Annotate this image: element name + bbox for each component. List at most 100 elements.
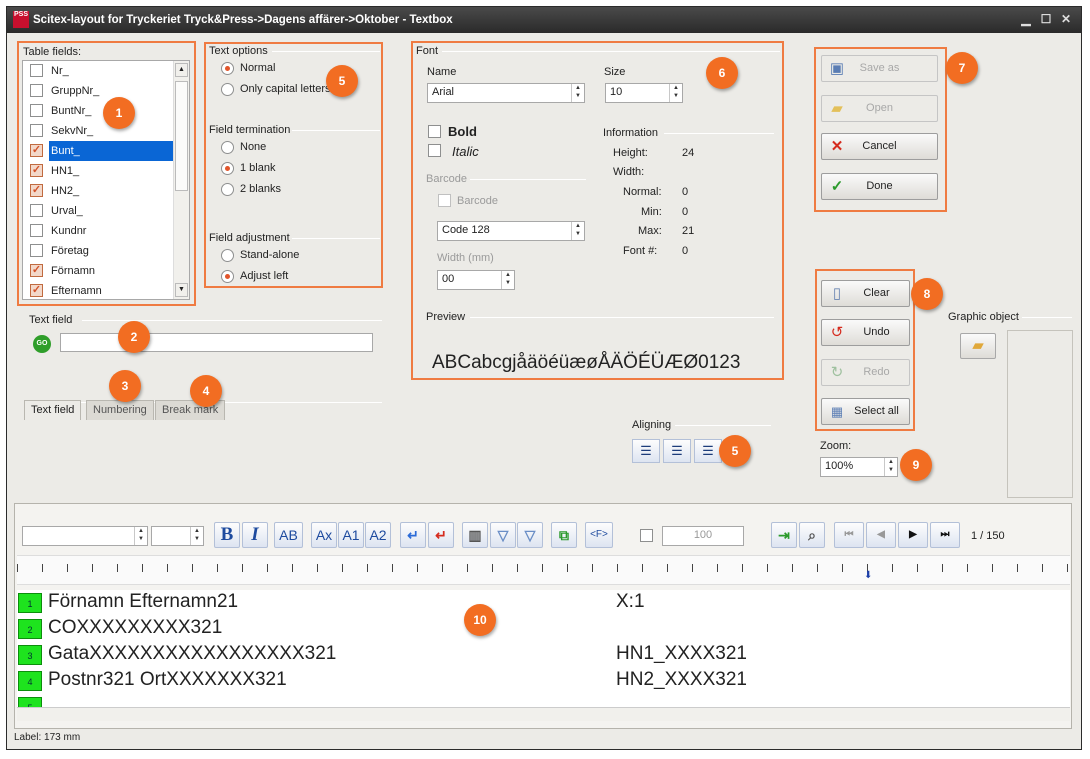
select-all-button[interactable]: ▦ Select all	[821, 398, 910, 425]
barcode-checkbox[interactable]	[438, 194, 451, 207]
redo-button[interactable]: ↻ Redo	[821, 359, 910, 386]
font-name-select[interactable]: Arial ▲ ▼	[427, 83, 585, 103]
strike-button[interactable]: Ax	[311, 522, 337, 548]
layout-row[interactable]: 3 GataXXXXXXXXXXXXXXXXX321 HN1_XXXX321	[18, 642, 1068, 668]
go-button[interactable]: GO	[33, 335, 51, 353]
list-item[interactable]: Företag	[23, 241, 175, 261]
tab-text-field[interactable]: Text field	[24, 400, 82, 420]
toolbar-size-select[interactable]: ▲ ▼	[151, 526, 204, 546]
tab-numbering[interactable]: Numbering	[86, 400, 154, 420]
next-page-button[interactable]: ▶	[898, 522, 928, 548]
field-code-button[interactable]: <F>	[585, 522, 613, 548]
field-checkbox[interactable]: ✓	[30, 184, 43, 197]
copy-field-button[interactable]: ⧉	[551, 522, 577, 548]
field-checkbox[interactable]	[30, 104, 43, 117]
bold-button[interactable]: B	[214, 522, 240, 548]
table-fields-list[interactable]: ▲ ▼ Nr_ GruppNr_ BuntNr_ SekvNr_ ✓ Bunt_ ✓ HN1_…	[22, 60, 190, 300]
maximize-icon[interactable]: ☐	[1039, 12, 1053, 26]
barcode-button[interactable]: ▥	[462, 522, 488, 548]
list-item[interactable]: ✓ HN2_	[23, 181, 175, 201]
font-size-select[interactable]: 10 ▲ ▼	[605, 83, 683, 103]
barcode-type-spin-icon[interactable]: ▲ ▼	[571, 222, 584, 240]
italic-button[interactable]: I	[242, 522, 268, 548]
bold-checkbox[interactable]	[428, 125, 441, 138]
field-checkbox[interactable]	[30, 64, 43, 77]
font-name-spin-icon[interactable]: ▲ ▼	[571, 84, 584, 102]
list-item[interactable]: SekvNr_	[23, 121, 175, 141]
field-checkbox[interactable]: ✓	[30, 284, 43, 297]
row-right-text[interactable]: X:1	[616, 591, 645, 613]
radio-1-blank[interactable]	[221, 162, 234, 175]
toolbar-checkbox[interactable]	[640, 529, 653, 542]
list-item[interactable]: ✓ Efternamn	[23, 281, 175, 299]
clear-button[interactable]: ▯ Clear	[821, 280, 910, 307]
wrap-button[interactable]: ↵	[400, 522, 426, 548]
layout-row[interactable]: 2 COXXXXXXXXX321	[18, 616, 1068, 642]
undo-button[interactable]: ↺ Undo	[821, 319, 910, 346]
caps-button[interactable]: AB	[274, 522, 303, 548]
prev-page-button[interactable]: ◀	[866, 522, 896, 548]
field-checkbox[interactable]	[30, 84, 43, 97]
list-item[interactable]: GruppNr_	[23, 81, 175, 101]
close-icon[interactable]: ✕	[1059, 12, 1073, 26]
align-center-button[interactable]: ☰	[663, 439, 691, 463]
list-item[interactable]: Nr_	[23, 61, 175, 81]
subscript-button[interactable]: A1	[338, 522, 364, 548]
zoom-spin-icon[interactable]: ▲ ▼	[884, 458, 897, 476]
radio-normal[interactable]	[221, 62, 234, 75]
scroll-thumb[interactable]	[175, 81, 188, 191]
zoom-button[interactable]: ⌕	[799, 522, 825, 548]
layout-row[interactable]: 4 Postnr321 OrtXXXXXXX321 HN2_XXXX321	[18, 668, 1068, 694]
list-scrollbar[interactable]: ▲ ▼	[173, 61, 189, 299]
list-item[interactable]: BuntNr_	[23, 101, 175, 121]
zoom-select[interactable]: 100% ▲ ▼	[820, 457, 898, 477]
done-button[interactable]: ✓ Done	[821, 173, 938, 200]
toolbar-font-select[interactable]: ▲ ▼	[22, 526, 148, 546]
italic-checkbox[interactable]	[428, 144, 441, 157]
scroll-up-icon[interactable]: ▲	[175, 63, 188, 77]
toolbar-font-spin-icon[interactable]: ▲ ▼	[134, 527, 147, 545]
open-button[interactable]: ▰ Open	[821, 95, 938, 122]
align-left-button[interactable]: ☰	[632, 439, 660, 463]
radio-stand-alone[interactable]	[221, 249, 234, 262]
radio-adjust-left[interactable]	[221, 270, 234, 283]
ruler-marker-icon[interactable]: ⬇	[864, 570, 872, 581]
field-checkbox[interactable]	[30, 224, 43, 237]
font-size-spin-icon[interactable]: ▲ ▼	[669, 84, 682, 102]
field-checkbox[interactable]: ✓	[30, 164, 43, 177]
toolbar-size-spin-icon[interactable]: ▲ ▼	[190, 527, 203, 545]
superscript-button[interactable]: A2	[365, 522, 391, 548]
radio-capital[interactable]	[221, 83, 234, 96]
row-left-text[interactable]: Förnamn Efternamn21	[48, 591, 238, 613]
field-checkbox[interactable]	[30, 204, 43, 217]
filter-button[interactable]: ▽	[490, 522, 516, 548]
align-right-button[interactable]: ☰	[694, 439, 722, 463]
layout-row[interactable]: 1 Förnamn Efternamn21 X:1	[18, 590, 1068, 616]
list-item[interactable]: ✓ Bunt_	[23, 141, 175, 161]
barcode-width-input[interactable]: 00 ▲ ▼	[437, 270, 515, 290]
list-item[interactable]: Urval_	[23, 201, 175, 221]
row-left-text[interactable]: Postnr321 OrtXXXXXXX321	[48, 669, 287, 691]
field-checkbox[interactable]: ✓	[30, 144, 43, 157]
insert-button[interactable]: ⇥	[771, 522, 797, 548]
scroll-down-icon[interactable]: ▼	[175, 283, 188, 297]
row-left-text[interactable]: GataXXXXXXXXXXXXXXXXX321	[48, 643, 336, 665]
field-checkbox[interactable]: ✓	[30, 264, 43, 277]
row-right-text[interactable]: HN1_XXXX321	[616, 643, 747, 665]
list-item[interactable]: Kundnr	[23, 221, 175, 241]
row-right-text[interactable]: HN2_XXXX321	[616, 669, 747, 691]
field-checkbox[interactable]	[30, 124, 43, 137]
list-item[interactable]: ✓ Förnamn	[23, 261, 175, 281]
horizontal-scrollbar[interactable]	[17, 707, 1070, 721]
last-page-button[interactable]: ⏭	[930, 522, 960, 548]
list-item[interactable]: ✓ HN1_	[23, 161, 175, 181]
field-checkbox[interactable]	[30, 244, 43, 257]
remove-wrap-button[interactable]: ↵	[428, 522, 454, 548]
radio-none[interactable]	[221, 141, 234, 154]
barcode-type-select[interactable]: Code 128 ▲ ▼	[437, 221, 585, 241]
open-graphic-button[interactable]: ▰	[960, 333, 996, 359]
text-field-input[interactable]	[60, 333, 373, 352]
layout-row[interactable]: 5	[18, 694, 1068, 708]
toolbar-num-input[interactable]: 100	[662, 526, 744, 546]
clear-filter-button[interactable]: ▽	[517, 522, 543, 548]
